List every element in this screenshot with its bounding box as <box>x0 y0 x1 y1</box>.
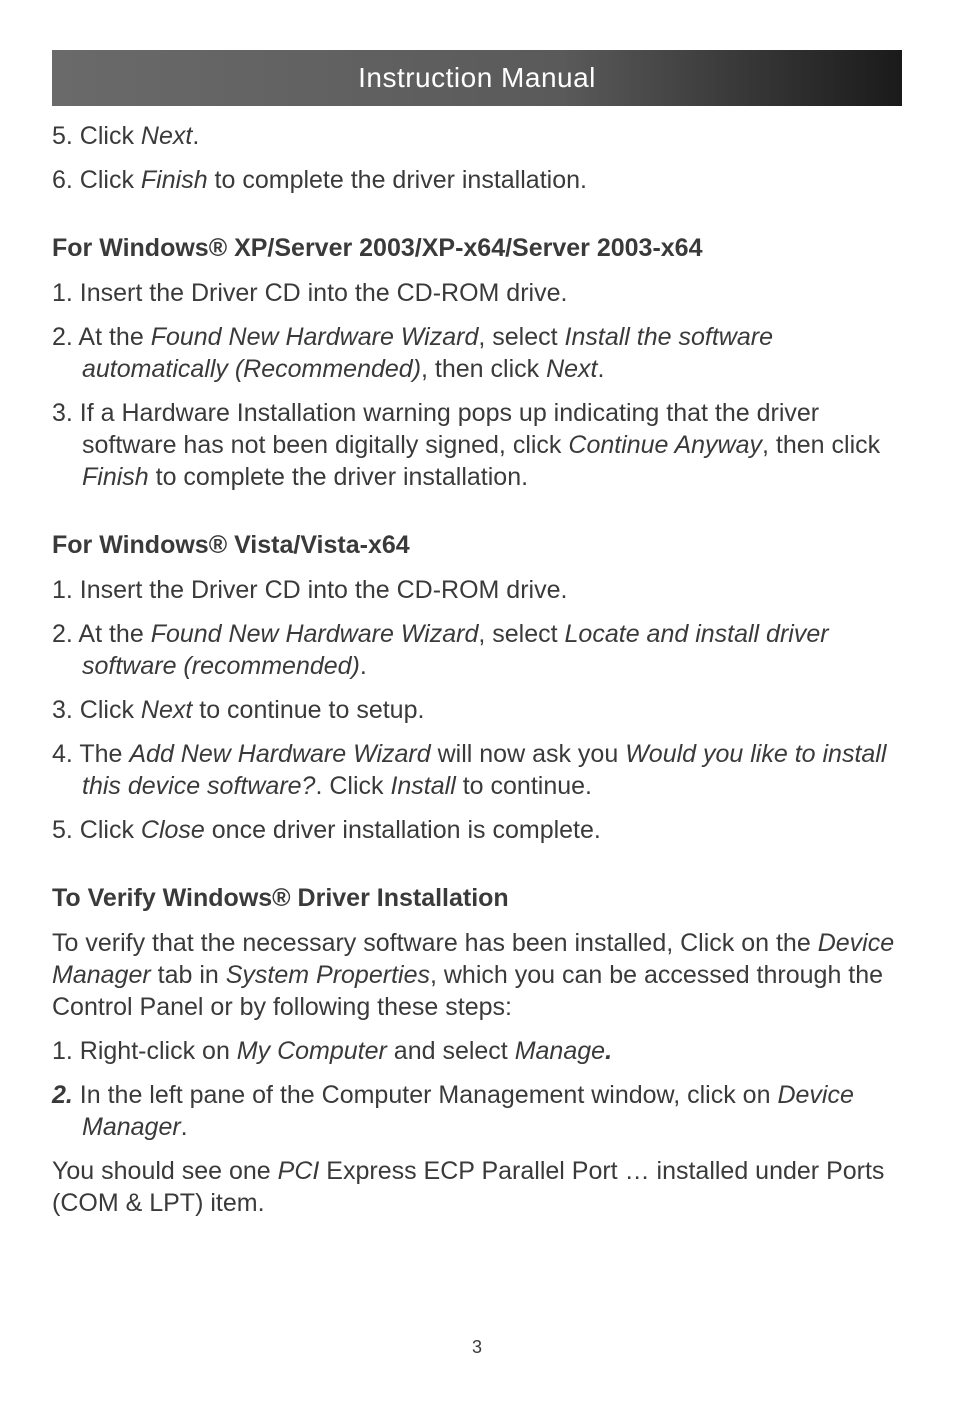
section-heading-verify: To Verify Windows® Driver Installation <box>52 884 902 913</box>
header-title: Instruction Manual <box>358 62 596 94</box>
verify-para-2: You should see one PCI Express ECP Paral… <box>52 1155 902 1219</box>
page-number: 3 <box>0 1337 954 1358</box>
vista-step-2: 2. At the Found New Hardware Wizard, sel… <box>52 618 902 682</box>
xp-step-3: 3. If a Hardware Installation warning po… <box>52 397 902 493</box>
vista-step-5: 5. Click Close once driver installation … <box>52 814 902 846</box>
section-heading-xp: For Windows® XP/Server 2003/XP-x64/Serve… <box>52 234 902 263</box>
top-step-5: 5. Click Next. <box>52 120 902 152</box>
xp-step-2: 2. At the Found New Hardware Wizard, sel… <box>52 321 902 385</box>
verify-step-2: 2. In the left pane of the Computer Mana… <box>52 1079 902 1143</box>
vista-step-1: 1. Insert the Driver CD into the CD-ROM … <box>52 574 902 606</box>
verify-step-1: 1. Right-click on My Computer and select… <box>52 1035 902 1067</box>
xp-step-1: 1. Insert the Driver CD into the CD-ROM … <box>52 277 902 309</box>
verify-para-1: To verify that the necessary software ha… <box>52 927 902 1023</box>
section-heading-vista: For Windows® Vista/Vista-x64 <box>52 531 902 560</box>
vista-step-3: 3. Click Next to continue to setup. <box>52 694 902 726</box>
vista-step-4: 4. The Add New Hardware Wizard will now … <box>52 738 902 802</box>
header-bar: Instruction Manual <box>52 50 902 106</box>
top-step-6: 6. Click Finish to complete the driver i… <box>52 164 902 196</box>
